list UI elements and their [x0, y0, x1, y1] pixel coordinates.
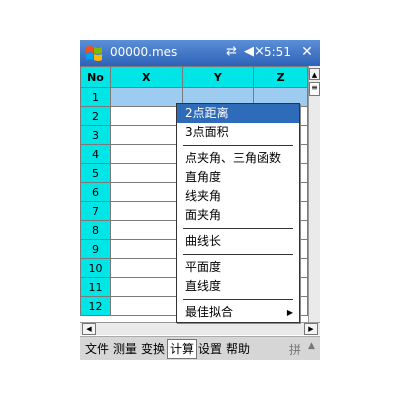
- menu-item[interactable]: 面夹角: [177, 206, 299, 225]
- menu-item-label: 最佳拟合: [185, 305, 234, 319]
- menu-item-label: 面夹角: [185, 208, 222, 222]
- menu-item-label: 平面度: [185, 260, 222, 274]
- row-number[interactable]: 10: [80, 258, 111, 278]
- menu-item[interactable]: 最佳拟合 ▶: [177, 303, 299, 322]
- input-method-button[interactable]: 拼: [289, 341, 301, 358]
- cell-x[interactable]: [109, 277, 183, 297]
- menu-separator: [183, 299, 293, 300]
- header-z[interactable]: Z: [253, 66, 308, 88]
- pocketpc-window: 00000.mes ⇄ ◀× 5:51 ✕ No X Y Z 123456789…: [80, 40, 320, 360]
- menu-item-label: 点夹角、三角函数: [185, 151, 282, 165]
- menu-compute[interactable]: 计算: [167, 339, 198, 359]
- compute-popup-menu: 2点距离 3点面积点夹角、三角函数 直角度线夹角面夹角曲线长平面度直线度最佳拟合 ▶: [176, 103, 300, 323]
- cell-x[interactable]: [109, 163, 183, 183]
- cell-x[interactable]: [109, 87, 183, 107]
- menu-help[interactable]: 帮助: [224, 340, 252, 358]
- cell-x[interactable]: [109, 239, 183, 259]
- scroll-thumb[interactable]: ≡: [309, 82, 320, 96]
- header-no[interactable]: No: [80, 66, 111, 88]
- menu-separator: [183, 228, 293, 229]
- menu-item-label: 线夹角: [185, 189, 222, 203]
- scroll-up-button[interactable]: ▲: [309, 68, 320, 80]
- connectivity-icon[interactable]: ⇄: [226, 44, 237, 59]
- menu-item[interactable]: 平面度: [177, 258, 299, 277]
- menu-item-label: 曲线长: [185, 234, 222, 248]
- cell-x[interactable]: [109, 106, 183, 126]
- cell-x[interactable]: [109, 182, 183, 202]
- cell-x[interactable]: [109, 258, 183, 278]
- row-number[interactable]: 9: [80, 239, 111, 259]
- row-number[interactable]: 1: [80, 87, 111, 107]
- scroll-left-button[interactable]: ◀: [82, 323, 96, 335]
- row-number[interactable]: 12: [80, 296, 111, 316]
- menu-measure[interactable]: 测量: [111, 340, 139, 358]
- menu-item[interactable]: 直角度: [177, 168, 299, 187]
- menu-item-label: 2点距离: [185, 106, 229, 120]
- cell-x[interactable]: [109, 125, 183, 145]
- menu-item[interactable]: 曲线长: [177, 232, 299, 251]
- cell-x[interactable]: [109, 201, 183, 221]
- volume-icon[interactable]: ◀×: [244, 44, 265, 59]
- menu-item[interactable]: 2点距离: [177, 104, 299, 123]
- cell-x[interactable]: [109, 296, 183, 316]
- row-number[interactable]: 11: [80, 277, 111, 297]
- menu-item[interactable]: 点夹角、三角函数: [177, 149, 299, 168]
- row-number[interactable]: 8: [80, 220, 111, 240]
- windows-start-icon[interactable]: [83, 43, 105, 63]
- header-x[interactable]: X: [109, 66, 183, 88]
- menu-separator: [183, 145, 293, 146]
- close-icon[interactable]: ✕: [299, 44, 315, 60]
- menu-item-label: 直线度: [185, 279, 222, 293]
- menu-item[interactable]: 直线度: [177, 277, 299, 296]
- row-number[interactable]: 3: [80, 125, 111, 145]
- cell-x[interactable]: [109, 144, 183, 164]
- table-header-row: No X Y Z: [80, 66, 308, 88]
- vertical-scrollbar[interactable]: ▲ ≡: [308, 66, 320, 322]
- window-title: 00000.mes: [110, 45, 178, 59]
- input-method-arrow-icon[interactable]: ▲: [308, 341, 315, 351]
- row-number[interactable]: 5: [80, 163, 111, 183]
- menu-item[interactable]: 线夹角: [177, 187, 299, 206]
- menu-item-label: 直角度: [185, 170, 222, 184]
- cell-x[interactable]: [109, 220, 183, 240]
- row-number[interactable]: 7: [80, 201, 111, 221]
- menu-settings[interactable]: 设置: [196, 340, 224, 358]
- scroll-right-button[interactable]: ▶: [304, 323, 318, 335]
- clock[interactable]: 5:51: [264, 45, 291, 59]
- menu-bar: 文件 测量 变换 计算 设置 帮助 拼 ▲: [80, 336, 320, 360]
- horizontal-scrollbar[interactable]: ◀ ▶: [80, 322, 320, 335]
- menu-transform[interactable]: 变换: [139, 340, 167, 358]
- menu-item[interactable]: 3点面积: [177, 123, 299, 142]
- header-y[interactable]: Y: [181, 66, 255, 88]
- row-number[interactable]: 6: [80, 182, 111, 202]
- menu-file[interactable]: 文件: [83, 340, 111, 358]
- title-bar: 00000.mes ⇄ ◀× 5:51 ✕: [80, 40, 320, 66]
- submenu-arrow-icon: ▶: [286, 308, 293, 317]
- menu-item-label: 3点面积: [185, 125, 229, 139]
- row-number[interactable]: 4: [80, 144, 111, 164]
- row-number[interactable]: 2: [80, 106, 111, 126]
- menu-separator: [183, 254, 293, 255]
